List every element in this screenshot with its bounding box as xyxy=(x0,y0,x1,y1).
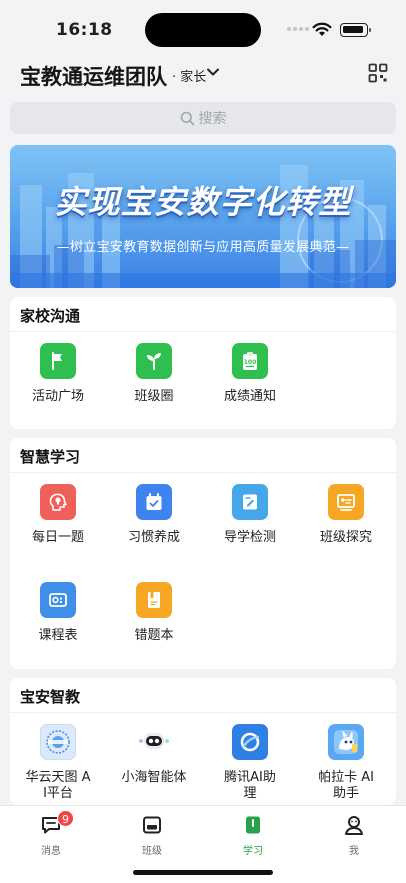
home-indicator xyxy=(133,870,273,875)
tile-activity-square[interactable]: 活动广场 xyxy=(10,343,106,405)
search-icon xyxy=(180,111,194,125)
tile-label: 腾讯AI助理 xyxy=(224,770,276,801)
tile-label: 帕拉卡 AI 助手 xyxy=(318,770,374,801)
section-smart-learning: 智慧学习 每日一题 习惯养成 导学检测 班级探究 课程表 错题本 xyxy=(10,438,396,669)
tile-label: 习惯养成 xyxy=(127,530,180,545)
tab-study[interactable]: 学习 xyxy=(223,814,283,857)
search-bar[interactable]: 搜索 xyxy=(10,102,396,134)
section-home-school: 家校沟通 活动广场 班级圈 100 成绩通知 xyxy=(10,297,396,429)
tile-guided-test[interactable]: 导学检测 xyxy=(202,484,298,546)
tile-daily-question[interactable]: 每日一题 xyxy=(10,484,106,546)
robot-icon xyxy=(136,724,172,760)
tile-score-notice[interactable]: 100 成绩通知 xyxy=(202,343,298,405)
banner-title: 实现宝安数字化转型 xyxy=(54,183,352,221)
presentation-icon xyxy=(328,484,364,520)
battery-icon xyxy=(340,23,371,37)
score-report-icon: 100 xyxy=(232,343,268,379)
tile-label: 活动广场 xyxy=(31,389,84,404)
chevron-down-icon[interactable] xyxy=(206,65,220,79)
section-baoan-smart-edu: 宝安智教 华云天图 A I平台 小海智能体 腾讯AI助理 帕拉卡 AI 助手 xyxy=(10,678,396,805)
search-placeholder: 搜索 xyxy=(198,111,227,127)
team-switcher[interactable]: 宝教通运维团队 xyxy=(20,61,167,91)
tile-xiaohai-agent[interactable]: 小海智能体 xyxy=(106,724,202,786)
tile-label: 每日一题 xyxy=(31,530,84,545)
class-icon xyxy=(143,816,161,834)
section-title: 宝安智教 xyxy=(20,688,81,706)
tile-mistake-book[interactable]: 错题本 xyxy=(106,582,202,644)
tile-label: 错题本 xyxy=(134,628,174,643)
tile-palaka-ai[interactable]: 帕拉卡 AI 助手 xyxy=(298,724,394,802)
tile-class-circle[interactable]: 班级圈 xyxy=(106,343,202,405)
tile-label: 班级圈 xyxy=(134,389,174,404)
tile-label: 成绩通知 xyxy=(223,389,276,404)
lightbulb-head-icon xyxy=(40,484,76,520)
palaka-ai-icon xyxy=(328,724,364,760)
dynamic-island xyxy=(145,13,261,47)
tab-label: 班级 xyxy=(142,846,162,857)
sprout-icon xyxy=(136,343,172,379)
svg-text:100: 100 xyxy=(244,359,257,366)
tab-label: 学习 xyxy=(243,846,263,857)
divider xyxy=(10,331,396,332)
tencent-ai-icon xyxy=(232,724,268,760)
app-grid-icon[interactable] xyxy=(368,63,388,83)
wifi-icon xyxy=(312,22,332,36)
tab-me[interactable]: 我 xyxy=(324,814,384,857)
tile-timetable[interactable]: 课程表 xyxy=(10,582,106,644)
tile-label: 班级探究 xyxy=(319,530,372,545)
status-time: 16:18 xyxy=(56,20,113,40)
cellular-signal-icon xyxy=(287,27,309,31)
tile-class-inquiry[interactable]: 班级探究 xyxy=(298,484,394,546)
study-icon xyxy=(246,816,260,834)
divider xyxy=(10,472,396,473)
section-title: 家校沟通 xyxy=(20,307,81,325)
tab-label: 我 xyxy=(349,846,359,857)
edit-doc-icon xyxy=(232,484,268,520)
status-bar: 16:18 xyxy=(0,0,406,58)
notebook-icon xyxy=(136,582,172,618)
tile-label: 导学检测 xyxy=(223,530,276,545)
calendar-check-icon xyxy=(136,484,172,520)
section-title: 智慧学习 xyxy=(20,448,81,466)
profile-icon xyxy=(345,816,363,835)
tile-label: 华云天图 A I平台 xyxy=(25,770,91,801)
divider xyxy=(10,712,396,713)
banner-subtitle: —树立宝安教育数据创新与应用高质量发展典范— xyxy=(56,240,350,255)
header: 宝教通运维团队 · 家长 xyxy=(0,58,406,98)
tile-label: 小海智能体 xyxy=(121,770,187,785)
tab-class[interactable]: 班级 xyxy=(122,814,182,857)
tab-label: 消息 xyxy=(41,846,61,857)
flag-icon xyxy=(40,343,76,379)
tile-huayun-ai[interactable]: 华云天图 A I平台 xyxy=(10,724,106,802)
huayun-logo-icon xyxy=(40,724,76,760)
tile-habit-building[interactable]: 习惯养成 xyxy=(106,484,202,546)
tile-label: 课程表 xyxy=(38,628,78,643)
tile-tencent-ai[interactable]: 腾讯AI助理 xyxy=(202,724,298,802)
unread-badge: 9 xyxy=(57,810,74,827)
role-label[interactable]: · 家长 xyxy=(172,66,206,85)
tab-messages[interactable]: 9 消息 xyxy=(21,810,81,857)
timetable-icon xyxy=(40,582,76,618)
promo-banner[interactable]: 实现宝安数字化转型 —树立宝安教育数据创新与应用高质量发展典范— xyxy=(10,145,396,288)
